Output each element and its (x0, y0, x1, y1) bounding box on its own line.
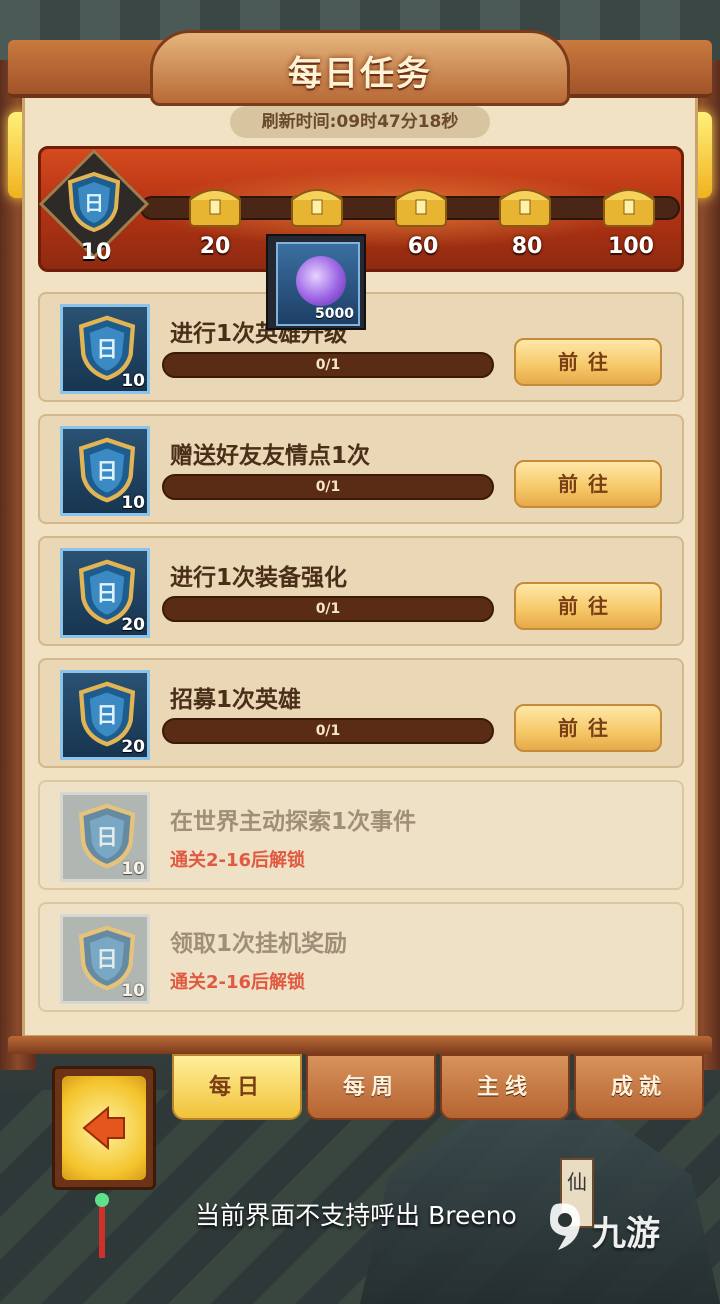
task-progress-text: 0/1 (315, 723, 341, 739)
milestone-label: 60 (407, 234, 439, 259)
go-button[interactable]: 前往 (514, 582, 662, 630)
task-progress-text: 0/1 (315, 601, 341, 617)
back-arrow-icon (82, 1105, 125, 1151)
task-reward-badge: 日 10 (60, 426, 150, 516)
task-name: 招募1次英雄 (170, 687, 302, 713)
milestone-label: 100 (608, 234, 654, 259)
task-reward-badge: 日 10 (60, 304, 150, 394)
chest-icon[interactable] (288, 182, 346, 230)
reward-quantity: 5000 (315, 306, 354, 322)
task-reward-points: 20 (121, 615, 145, 635)
svg-text:日: 日 (96, 582, 118, 607)
task-reward-points: 10 (121, 981, 145, 1001)
task-name: 赠送好友友情点1次 (170, 443, 371, 469)
refresh-timer: 刷新时间:09时47分18秒 (230, 106, 490, 138)
go-button[interactable]: 前往 (514, 338, 662, 386)
task-progress-bar: 0/1 (162, 718, 494, 744)
task-row: 日 10 赠送好友友情点1次 0/1 前往 (38, 414, 684, 524)
back-button[interactable] (62, 1076, 146, 1180)
task-reward-badge: 日 10 (60, 792, 150, 882)
task-reward-points: 10 (121, 493, 145, 513)
chest-icon[interactable] (496, 182, 554, 230)
task-name: 进行1次装备强化 (170, 565, 348, 591)
page-title: 每日任务 (288, 54, 432, 94)
task-row: 日 20 招募1次英雄 0/1 前往 (38, 658, 684, 768)
svg-text:日: 日 (96, 826, 118, 851)
tab-weekly[interactable]: 每周 (306, 1054, 436, 1120)
task-progress-text: 0/1 (315, 357, 341, 373)
activity-points-value: 10 (80, 240, 112, 265)
task-progress-bar: 0/1 (162, 474, 494, 500)
svg-text:日: 日 (96, 338, 118, 363)
task-progress-text: 0/1 (315, 479, 341, 495)
task-name: 在世界主动探索1次事件 (170, 809, 417, 835)
svg-text:日: 日 (96, 948, 118, 973)
task-reward-points: 10 (121, 371, 145, 391)
tab-achievements[interactable]: 成就 (574, 1054, 704, 1120)
system-toast: 当前界面不支持呼出 Breeno (195, 1201, 517, 1230)
watermark-text: 九游 (592, 1214, 660, 1254)
task-progress-bar: 0/1 (162, 352, 494, 378)
activity-points-badge: 日 10 (38, 148, 150, 265)
task-reward-badge: 日 10 (60, 914, 150, 1004)
tab-main-quest[interactable]: 主线 (440, 1054, 570, 1120)
chest-icon[interactable] (392, 182, 450, 230)
svg-text:日: 日 (96, 704, 118, 729)
go-button[interactable]: 前往 (514, 704, 662, 752)
svg-text:日: 日 (84, 191, 104, 215)
spirit-orb-icon (296, 256, 346, 306)
milestone-label: 80 (511, 234, 543, 259)
chest-icon[interactable] (186, 182, 244, 230)
task-row-locked: 日 10 在世界主动探索1次事件 通关2-16后解锁 (38, 780, 684, 890)
milestone-label: 20 (199, 234, 231, 259)
task-reward-badge: 日 20 (60, 548, 150, 638)
task-reward-points: 20 (121, 737, 145, 757)
task-row-locked: 日 10 领取1次挂机奖励 通关2-16后解锁 (38, 902, 684, 1012)
scroll-bottom-rod (8, 1036, 712, 1054)
task-progress-bar: 0/1 (162, 596, 494, 622)
unlock-requirement: 通关2-16后解锁 (170, 850, 306, 871)
tab-daily[interactable]: 每日 (172, 1054, 302, 1120)
svg-text:日: 日 (96, 460, 118, 485)
chest-icon[interactable] (600, 182, 658, 230)
reward-item-frame: 5000 (276, 242, 360, 326)
task-reward-points: 10 (121, 859, 145, 879)
go-button[interactable]: 前往 (514, 460, 662, 508)
daily-shield-icon: 日 (67, 171, 121, 233)
chest-reward-tooltip: 5000 (266, 234, 366, 330)
unlock-requirement: 通关2-16后解锁 (170, 972, 306, 993)
decor-pole-dot (95, 1193, 109, 1207)
task-name: 领取1次挂机奖励 (170, 931, 348, 957)
task-row: 日 20 进行1次装备强化 0/1 前往 (38, 536, 684, 646)
task-reward-badge: 日 20 (60, 670, 150, 760)
